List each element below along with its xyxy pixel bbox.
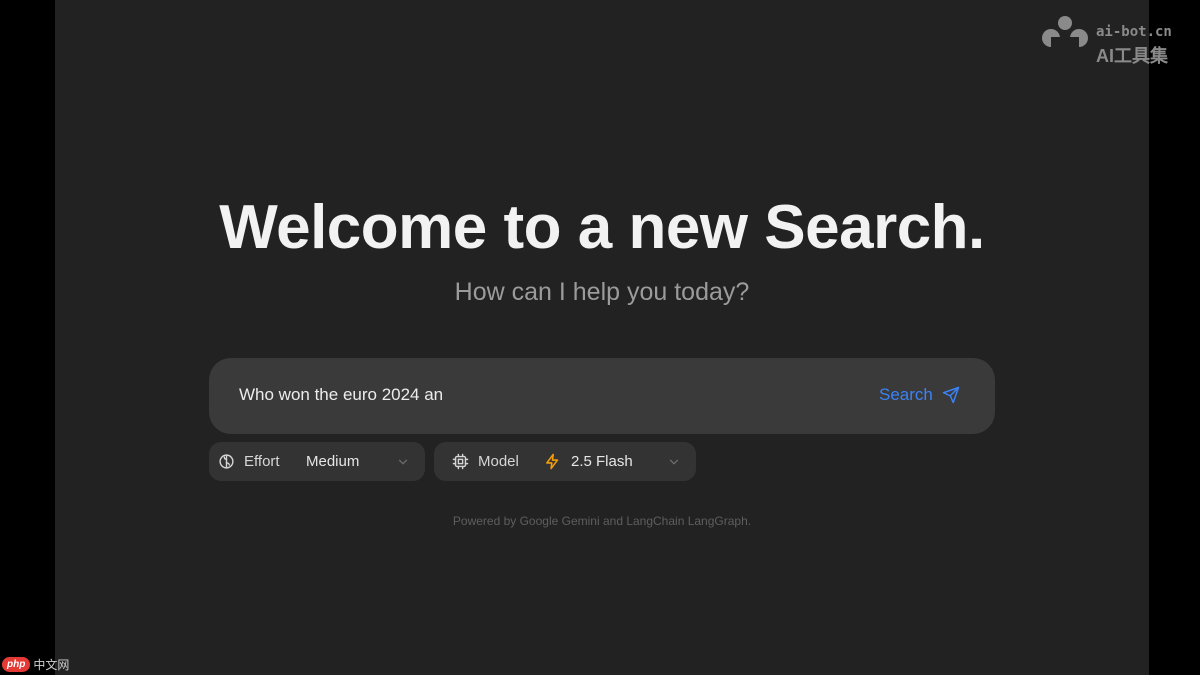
php-badge: php bbox=[2, 656, 31, 672]
effort-select[interactable]: Effort Medium bbox=[209, 442, 425, 481]
model-label: Model bbox=[478, 453, 519, 470]
letterbox-right bbox=[1149, 0, 1200, 675]
lightning-icon bbox=[546, 453, 559, 470]
model-value: 2.5 Flash bbox=[571, 453, 633, 470]
search-button-label: Search bbox=[879, 385, 933, 404]
ai-bot-watermark: ai-bot.cn AI工具集 bbox=[1040, 12, 1195, 66]
php-watermark: php 中文网 bbox=[2, 655, 69, 673]
powered-by-footer: Powered by Google Gemini and LangChain L… bbox=[452, 514, 752, 528]
brain-icon bbox=[219, 454, 234, 469]
watermark-name: AI工具集 bbox=[1096, 46, 1168, 66]
welcome-subtitle: How can I help you today? bbox=[454, 278, 750, 306]
cpu-icon bbox=[452, 453, 469, 470]
welcome-title: Welcome to a new Search. bbox=[219, 193, 985, 262]
model-select[interactable]: Model 2.5 Flash bbox=[434, 442, 696, 481]
letterbox-left bbox=[0, 0, 55, 675]
watermark-domain: ai-bot.cn bbox=[1096, 24, 1172, 40]
effort-value: Medium bbox=[306, 453, 360, 470]
search-box: Search bbox=[209, 358, 995, 434]
chevron-down-icon bbox=[669, 459, 679, 465]
php-watermark-text: 中文网 bbox=[33, 657, 70, 672]
send-icon bbox=[942, 386, 960, 404]
chevron-down-icon bbox=[398, 459, 408, 465]
search-app: Welcome to a new Search. How can I help … bbox=[55, 0, 1149, 675]
search-input[interactable] bbox=[239, 380, 839, 410]
ai-bot-logo-icon bbox=[1042, 16, 1088, 47]
effort-label: Effort bbox=[244, 453, 280, 470]
search-button[interactable]: Search bbox=[879, 380, 971, 410]
